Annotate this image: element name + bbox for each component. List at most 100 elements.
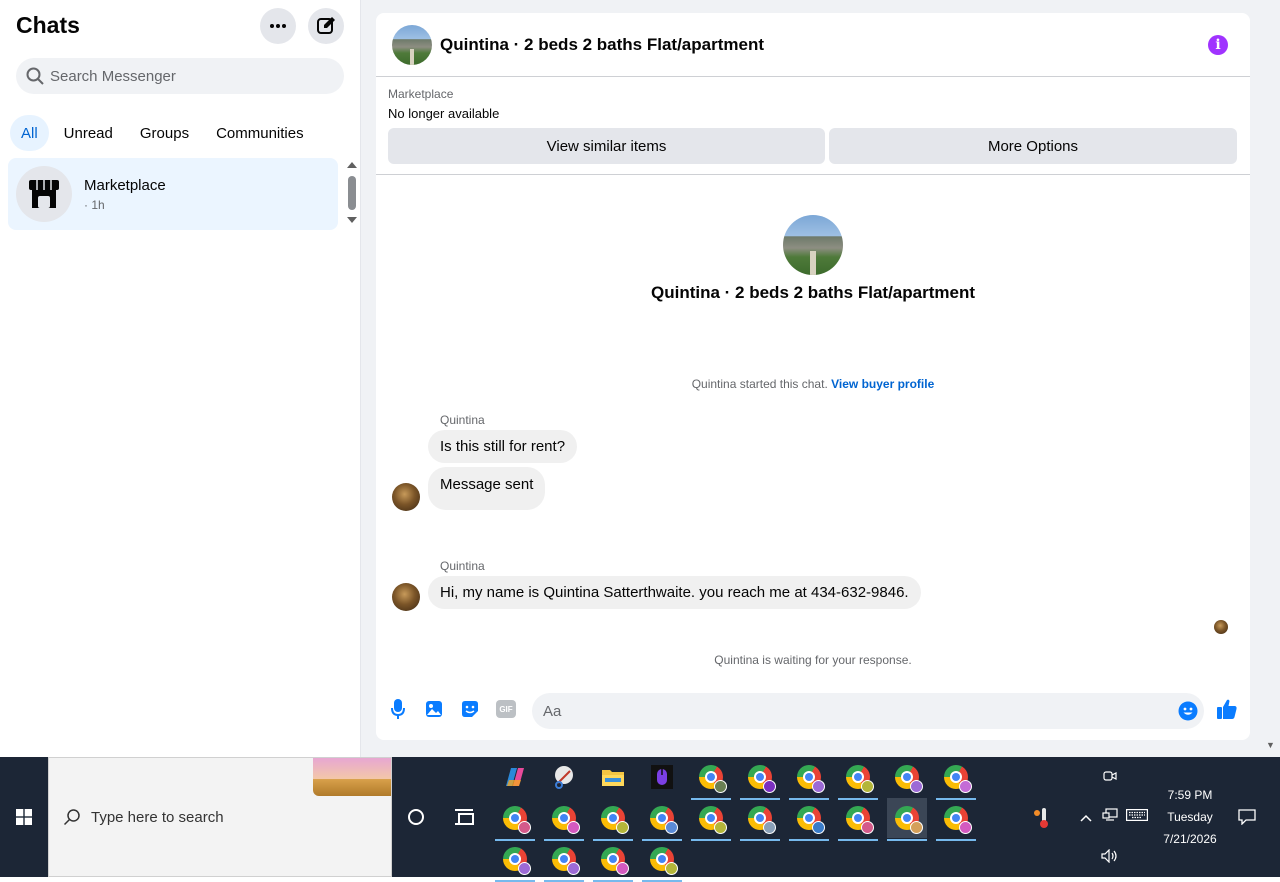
chrome-icon bbox=[895, 806, 923, 834]
attach-photo-button[interactable] bbox=[424, 699, 444, 719]
filter-all[interactable]: All bbox=[10, 115, 49, 151]
chrome-icon bbox=[944, 765, 972, 793]
chevron-up-icon bbox=[1080, 814, 1092, 822]
chrome-profile-11[interactable] bbox=[691, 798, 731, 841]
chrome-profile-1[interactable] bbox=[691, 757, 731, 800]
photo-icon bbox=[426, 701, 442, 717]
chrome-profile-9[interactable] bbox=[593, 798, 633, 841]
chrome-profile-13[interactable] bbox=[789, 798, 829, 841]
taskbar-search[interactable]: Type here to search bbox=[48, 757, 392, 877]
chrome-profile-4[interactable] bbox=[838, 757, 878, 800]
message-input[interactable] bbox=[543, 702, 1143, 720]
conversation-panel: Quintina · 2 beds 2 baths Flat/apartment… bbox=[376, 13, 1250, 740]
cortana-icon[interactable] bbox=[408, 809, 424, 825]
read-receipt-avatar bbox=[1214, 620, 1228, 634]
gif-button[interactable]: GIF bbox=[496, 700, 516, 718]
voice-clip-button[interactable] bbox=[388, 699, 408, 719]
chrome-profile-12[interactable] bbox=[740, 798, 780, 841]
chrome-profile-5[interactable] bbox=[887, 757, 927, 800]
copilot-app[interactable] bbox=[495, 757, 535, 797]
chrome-profile-18[interactable] bbox=[544, 839, 584, 882]
sticker-icon bbox=[462, 701, 478, 717]
chat-name: Marketplace bbox=[84, 176, 166, 194]
sidebar-scroll-up[interactable] bbox=[347, 162, 357, 168]
sidebar-scroll-down[interactable] bbox=[347, 217, 357, 223]
chrome-profile-20[interactable] bbox=[642, 839, 682, 882]
window-scroll-down[interactable]: ▼ bbox=[1266, 740, 1275, 750]
compose-icon bbox=[317, 17, 335, 34]
ellipsis-icon bbox=[270, 24, 286, 28]
chrome-icon bbox=[552, 806, 580, 834]
waiting-notice: Quintina is waiting for your response. bbox=[714, 653, 912, 667]
filter-communities[interactable]: Communities bbox=[205, 115, 315, 151]
view-buyer-profile-link[interactable]: View buyer profile bbox=[831, 377, 934, 391]
clock-date[interactable]: 7/21/2026 bbox=[1150, 832, 1230, 846]
chrome-profile-3[interactable] bbox=[789, 757, 829, 800]
listing-thumbnail[interactable] bbox=[392, 24, 432, 65]
task-view-icon[interactable] bbox=[455, 809, 474, 825]
chrome-profile-10[interactable] bbox=[642, 798, 682, 841]
clock-time[interactable]: 7:59 PM bbox=[1150, 788, 1230, 802]
listing-profile-photo[interactable] bbox=[783, 215, 843, 275]
info-icon[interactable]: i bbox=[1208, 35, 1228, 55]
chrome-profile-2[interactable] bbox=[740, 757, 780, 800]
network-icon[interactable] bbox=[1102, 808, 1118, 825]
sidebar-title: Chats bbox=[16, 12, 80, 38]
mouse-icon bbox=[651, 765, 673, 789]
message-bubble[interactable]: Is this still for rent? bbox=[428, 430, 578, 463]
chrome-profile-14[interactable] bbox=[838, 798, 878, 841]
weather-icon[interactable] bbox=[1032, 807, 1050, 832]
clock-day[interactable]: Tuesday bbox=[1150, 810, 1230, 824]
show-hidden-icons[interactable] bbox=[1080, 811, 1092, 825]
emoji-icon[interactable] bbox=[1178, 701, 1198, 721]
chrome-profile-15-active[interactable] bbox=[887, 798, 927, 841]
game-app[interactable] bbox=[642, 757, 682, 797]
more-options-button[interactable] bbox=[260, 8, 296, 44]
chat-sidebar: Chats All Unread Groups Communities Mark… bbox=[0, 0, 361, 757]
chrome-icon bbox=[601, 806, 629, 834]
conversation-title[interactable]: Quintina · 2 beds 2 baths Flat/apartment bbox=[440, 35, 764, 55]
search-icon bbox=[63, 809, 80, 826]
chrome-profile-6[interactable] bbox=[936, 757, 976, 800]
sender-avatar[interactable] bbox=[392, 583, 420, 611]
marketplace-label: Marketplace bbox=[388, 87, 454, 101]
chrome-icon bbox=[601, 847, 629, 875]
view-similar-items-button[interactable]: View similar items bbox=[388, 128, 825, 164]
listing-banner: Marketplace No longer available View sim… bbox=[376, 77, 1250, 175]
search-highlight-image[interactable] bbox=[313, 758, 391, 796]
volume-icon[interactable] bbox=[1101, 848, 1119, 866]
message-bubble[interactable]: Message sent bbox=[428, 467, 546, 510]
message-bubble[interactable]: Hi, my name is Quintina Satterthwaite. y… bbox=[428, 576, 921, 609]
file-explorer-app[interactable] bbox=[593, 757, 633, 797]
sticker-button[interactable] bbox=[460, 699, 480, 719]
chrome-icon bbox=[699, 806, 727, 834]
filter-unread[interactable]: Unread bbox=[53, 115, 124, 151]
chat-info: Marketplace · 1h bbox=[84, 177, 166, 212]
chrome-profile-19[interactable] bbox=[593, 839, 633, 882]
message-input-field[interactable] bbox=[532, 693, 1204, 729]
meet-now-icon[interactable] bbox=[1103, 769, 1117, 786]
new-message-button[interactable] bbox=[308, 8, 344, 44]
chrome-profile-16[interactable] bbox=[936, 798, 976, 841]
chrome-profile-17[interactable] bbox=[495, 839, 535, 882]
sender-avatar[interactable] bbox=[392, 483, 420, 511]
keyboard-icon[interactable] bbox=[1126, 809, 1148, 824]
messenger-app: Chats All Unread Groups Communities Mark… bbox=[0, 0, 1280, 757]
sidebar-scrollbar-thumb[interactable] bbox=[348, 176, 356, 210]
start-button[interactable] bbox=[0, 757, 48, 877]
chrome-profile-8[interactable] bbox=[544, 798, 584, 841]
notifications-icon[interactable] bbox=[1238, 809, 1256, 828]
search-messenger-field[interactable] bbox=[16, 58, 344, 94]
like-button[interactable] bbox=[1216, 698, 1238, 720]
more-options-listing-button[interactable]: More Options bbox=[829, 128, 1237, 164]
filter-groups[interactable]: Groups bbox=[129, 115, 200, 151]
search-input[interactable] bbox=[50, 67, 310, 85]
listing-profile-title: Quintina · 2 beds 2 baths Flat/apartment bbox=[651, 283, 975, 302]
chrome-icon bbox=[552, 847, 580, 875]
listing-status: No longer available bbox=[388, 106, 500, 121]
chat-time: · 1h bbox=[84, 197, 105, 212]
conversation-header: Quintina · 2 beds 2 baths Flat/apartment… bbox=[376, 13, 1250, 77]
chrome-profile-7[interactable] bbox=[495, 798, 535, 841]
chat-item-marketplace[interactable]: Marketplace · 1h bbox=[8, 158, 338, 230]
snipping-tool-app[interactable] bbox=[544, 757, 584, 797]
